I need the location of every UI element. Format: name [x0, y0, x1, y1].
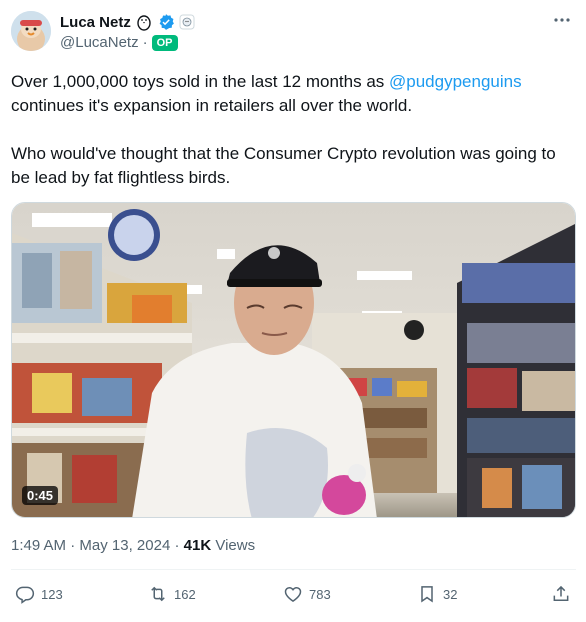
action-bar: 123 162 783 32	[11, 584, 576, 610]
author-name-row: Luca Netz	[60, 13, 195, 31]
share-icon	[553, 585, 569, 601]
bookmark-count: 32	[443, 586, 458, 602]
tweet-time[interactable]: 1:49 AM	[11, 537, 66, 554]
views-count: 41K	[183, 537, 212, 554]
handle-separator: ·	[142, 34, 148, 51]
author-name[interactable]: Luca Netz	[60, 14, 131, 31]
mention-link[interactable]: @pudgypenguins	[389, 72, 522, 91]
author-handle-row: @LucaNetz · OP	[60, 34, 178, 51]
verified-icon[interactable]	[157, 13, 175, 31]
repost-button[interactable]: 162	[148, 584, 196, 604]
tweet-date[interactable]: May 13, 2024	[79, 537, 170, 554]
meta-separator: ·	[70, 537, 76, 554]
more-icon[interactable]	[552, 10, 572, 35]
tweet-text-part: continues it's expansion in retailers al…	[11, 96, 413, 115]
bookmark-button[interactable]: 32	[417, 584, 457, 604]
video-duration: 0:45	[22, 486, 59, 505]
author-handle[interactable]: @LucaNetz	[60, 34, 139, 51]
bookmark-icon	[421, 586, 433, 603]
meta-separator: ·	[174, 537, 180, 554]
repost-count: 162	[174, 586, 196, 602]
repost-icon	[151, 586, 165, 602]
tweet-text-part: Over 1,000,000 toys sold in the last 12 …	[11, 72, 389, 91]
op-badge: OP	[151, 34, 178, 51]
avatar[interactable]	[11, 11, 51, 51]
like-button[interactable]: 783	[283, 584, 331, 604]
reply-button[interactable]: 123	[15, 584, 63, 604]
heart-icon	[284, 586, 302, 602]
tweet-paragraph-2: Who would've thought that the Consumer C…	[11, 144, 556, 187]
tweet-paragraph-1: Over 1,000,000 toys sold in the last 12 …	[11, 70, 577, 118]
affiliate-badge-icon[interactable]	[179, 14, 195, 30]
tweet-text: Over 1,000,000 toys sold in the last 12 …	[11, 70, 577, 190]
video-frame	[12, 203, 575, 517]
reply-count: 123	[41, 586, 63, 602]
penguin-icon	[135, 13, 153, 31]
views-label: Views	[215, 537, 256, 554]
tweet-meta: 1:49 AM · May 13, 2024 · 41K Views	[11, 537, 255, 554]
like-count: 783	[309, 586, 331, 602]
share-button[interactable]	[551, 584, 571, 604]
reply-icon	[15, 586, 35, 604]
divider	[11, 569, 576, 570]
video-player[interactable]	[11, 202, 576, 518]
